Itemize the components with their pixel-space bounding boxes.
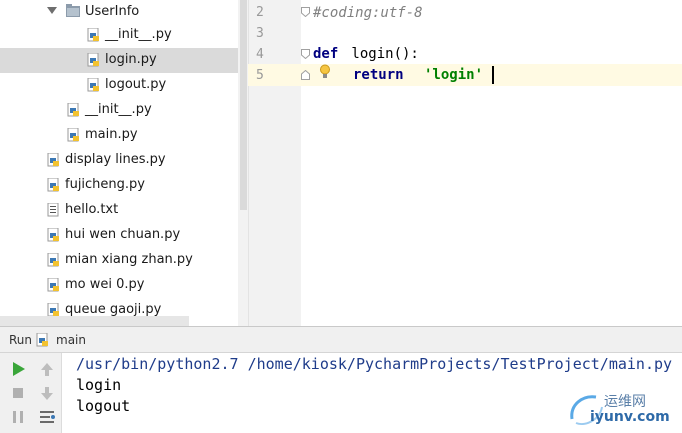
vertical-scrollbar-thumb[interactable] (240, 0, 247, 210)
horizontal-scrollbar[interactable] (0, 316, 189, 326)
console-output-line: logout (76, 397, 131, 415)
tree-item-fujicheng-py[interactable]: fujicheng.py (0, 173, 238, 198)
project-tree-panel: UserInfo __init__.py login.py logout.py … (0, 0, 248, 326)
fold-end-marker-icon[interactable] (301, 70, 310, 80)
soft-wrap-icon[interactable] (36, 406, 58, 428)
tree-item-label: display lines.py (65, 152, 166, 167)
watermark-cn-text: 运维网 (604, 394, 646, 410)
python-file-icon (47, 153, 59, 167)
tree-item-hui-wen-chuan-py[interactable]: hui wen chuan.py (0, 223, 238, 248)
tree-item-label: __init__.py (85, 102, 152, 117)
tree-item-label: mo wei 0.py (65, 277, 145, 292)
line-number: 2 (256, 5, 264, 20)
tree-item-mo-wei-0-py[interactable]: mo wei 0.py (0, 273, 238, 298)
run-tab-label[interactable]: Run (9, 333, 32, 347)
python-file-icon (87, 78, 99, 92)
tree-item-label: login.py (105, 52, 157, 67)
tree-item-label: logout.py (105, 77, 167, 92)
lightbulb-icon[interactable] (319, 64, 331, 80)
rerun-play-icon[interactable] (7, 358, 29, 380)
tree-item-display-lines-py[interactable]: display lines.py (0, 148, 238, 173)
tree-item-label: __init__.py (105, 27, 172, 42)
tree-item-login-py[interactable]: login.py (0, 48, 238, 73)
python-file-icon (87, 53, 99, 67)
tree-item-label: mian xiang zhan.py (65, 252, 193, 267)
tree-item-main-py[interactable]: main.py (0, 123, 238, 148)
tree-item-label: UserInfo (85, 4, 140, 19)
python-file-icon (67, 103, 79, 117)
text-file-icon (47, 203, 59, 217)
tree-item-label: hui wen chuan.py (65, 227, 181, 242)
python-file-icon (87, 28, 99, 42)
folder-icon (66, 4, 80, 17)
tree-item-userinfo-folder[interactable]: UserInfo (0, 0, 238, 25)
line-number: 3 (256, 26, 264, 41)
python-file-icon (36, 333, 48, 347)
tree-item-label: hello.txt (65, 202, 119, 217)
python-file-icon (47, 253, 59, 267)
text-caret (492, 66, 494, 84)
scroll-up-arrow-icon[interactable] (36, 358, 58, 380)
run-toolbar (0, 353, 62, 433)
line-number: 5 (256, 68, 264, 83)
scroll-down-arrow-icon[interactable] (36, 382, 58, 404)
code-keyword-def: def (313, 46, 339, 62)
python-file-icon (47, 228, 59, 242)
python-file-icon (47, 278, 59, 292)
code-keyword-return: return (353, 67, 404, 83)
code-string-literal: 'login' (424, 67, 484, 83)
stop-icon[interactable] (7, 382, 29, 404)
console-command-line: /usr/bin/python2.7 /home/kiosk/PycharmPr… (76, 355, 673, 373)
code-function-signature: login(): (343, 46, 419, 62)
run-tool-window-header: Run main (0, 326, 682, 353)
tree-item-init-py-root[interactable]: __init__.py (0, 98, 238, 123)
watermark-site-text: iyunv.com (590, 409, 670, 425)
code-comment: #coding:utf-8 (313, 5, 423, 21)
site-watermark-logo: 运维网 iyunv.com (566, 389, 674, 429)
tree-item-hello-txt[interactable]: hello.txt (0, 198, 238, 223)
tree-item-label: fujicheng.py (65, 177, 145, 192)
run-config-name[interactable]: main (56, 333, 86, 347)
console-output-line: login (76, 376, 122, 394)
tree-item-init-py[interactable]: __init__.py (0, 23, 238, 48)
python-file-icon (67, 128, 79, 142)
tree-item-mian-xiang-zhan-py[interactable]: mian xiang zhan.py (0, 248, 238, 273)
python-file-icon (47, 178, 59, 192)
expand-arrow-icon[interactable] (47, 7, 57, 14)
tree-item-label: main.py (85, 127, 138, 142)
fold-marker-icon[interactable] (301, 49, 310, 59)
pause-icon[interactable] (7, 406, 29, 428)
tree-item-label: queue gaoji.py (65, 302, 162, 317)
fold-marker-icon[interactable] (301, 7, 310, 17)
line-number: 4 (256, 47, 264, 62)
tree-item-logout-py[interactable]: logout.py (0, 73, 238, 98)
